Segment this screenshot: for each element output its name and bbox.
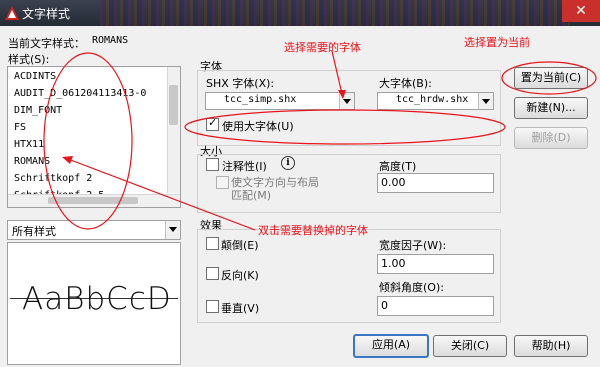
window-title: 文字样式 xyxy=(22,7,71,21)
new-style-button[interactable]: 新建(N)... xyxy=(514,97,588,119)
close-dialog-button[interactable]: 关闭(C) xyxy=(433,335,507,357)
style-list-item[interactable]: DIM_FONT xyxy=(14,105,62,116)
annotation-double-click: 双击需要替换掉的字体 xyxy=(258,224,368,237)
use-big-font-label: 使用大字体(U) xyxy=(222,120,294,133)
chevron-down-icon xyxy=(478,93,493,109)
height-value: 0.00 xyxy=(381,176,406,189)
style-list-item[interactable]: FS xyxy=(14,122,26,133)
height-input[interactable]: 0.00 xyxy=(377,173,494,193)
annotation-select-font: 选择需要的字体 xyxy=(284,41,361,54)
chevron-down-icon xyxy=(165,221,180,239)
style-list-item[interactable]: AUDIT_D_061204113413-0 xyxy=(14,88,146,99)
upside-down-checkbox[interactable] xyxy=(206,237,219,250)
annotative-checkbox[interactable] xyxy=(206,158,219,171)
big-font-label: 大字体(B): xyxy=(379,77,432,90)
style-list-item[interactable]: Schriftkopf 2 xyxy=(14,173,92,184)
annotation-set-current: 选择置为当前 xyxy=(464,36,530,49)
horizontal-scrollbar[interactable] xyxy=(8,194,180,207)
dialog-body: 当前文字样式： ROMANS 样式(S): ACDINTS AUDIT_D_06… xyxy=(0,26,600,367)
styles-label: 样式(S): xyxy=(8,53,50,66)
oblique-angle-value: 0 xyxy=(381,299,388,312)
annotative-label: 注释性(I) xyxy=(222,160,267,173)
shx-font-dropdown[interactable]: tcc_simp.shx xyxy=(205,92,355,110)
vertical-checkbox[interactable] xyxy=(206,300,219,313)
help-button[interactable]: 帮助(H) xyxy=(514,335,588,357)
big-font-dropdown[interactable]: tcc_hrdw.shx xyxy=(377,92,494,110)
app-icon xyxy=(5,6,19,20)
shx-font-value: tcc_simp.shx xyxy=(224,94,297,105)
height-label: 高度(T) xyxy=(379,160,417,173)
scrollbar-thumb[interactable] xyxy=(169,85,178,125)
background-strip xyxy=(100,0,570,26)
scrollbar-thumb[interactable] xyxy=(48,197,138,204)
use-big-font-checkbox[interactable] xyxy=(206,116,219,131)
preview-text: AaBbCcD xyxy=(22,281,172,317)
current-style-value: ROMANS xyxy=(92,35,129,46)
title-bar[interactable]: 文字样式 ✕ xyxy=(0,0,600,26)
style-list-item-selected[interactable]: ROMANS xyxy=(14,156,50,167)
close-button[interactable]: ✕ xyxy=(562,0,600,22)
upside-down-label: 颠倒(E) xyxy=(221,239,259,252)
vertical-scrollbar[interactable] xyxy=(167,67,180,193)
backwards-label: 反向(K) xyxy=(221,269,259,282)
style-list[interactable]: ACDINTS AUDIT_D_061204113413-0 DIM_FONT … xyxy=(7,66,181,208)
match-orientation-label: 使文字方向与布局匹配(M) xyxy=(231,176,319,202)
width-factor-value: 1.00 xyxy=(381,257,406,270)
big-font-value: tcc_hrdw.shx xyxy=(396,94,469,105)
vertical-label: 垂直(V) xyxy=(221,302,260,315)
width-factor-input[interactable]: 1.00 xyxy=(377,254,494,274)
oblique-angle-label: 倾斜角度(O): xyxy=(379,281,444,294)
style-filter-dropdown[interactable]: 所有样式 xyxy=(7,220,181,240)
style-list-item[interactable]: ACDINTS xyxy=(14,71,56,82)
apply-button[interactable]: 应用(A) xyxy=(353,334,429,358)
width-factor-label: 宽度因子(W): xyxy=(379,239,447,252)
style-filter-value: 所有样式 xyxy=(12,225,56,238)
match-orientation-checkbox[interactable] xyxy=(216,176,229,189)
shx-font-label: SHX 字体(X): xyxy=(206,77,275,90)
chevron-down-icon xyxy=(339,93,354,109)
set-current-button[interactable]: 置为当前(C) xyxy=(514,67,588,89)
backwards-checkbox[interactable] xyxy=(206,267,219,280)
style-list-item[interactable]: HTX11 xyxy=(14,139,44,150)
current-style-label: 当前文字样式： xyxy=(8,37,85,50)
delete-style-button[interactable]: 删除(D) xyxy=(514,127,588,149)
info-icon[interactable]: i xyxy=(281,156,295,170)
oblique-angle-input[interactable]: 0 xyxy=(377,296,494,316)
preview-panel: AaBbCcD xyxy=(7,242,181,365)
